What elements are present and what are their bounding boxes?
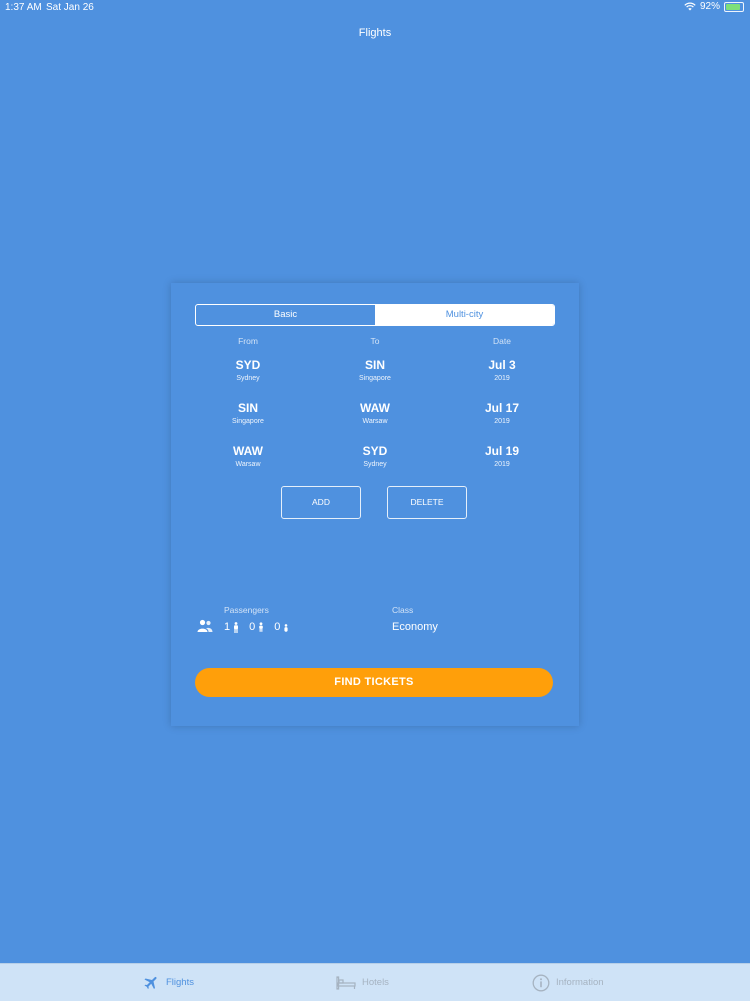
status-date: Sat Jan 26 <box>46 2 94 13</box>
leg-2-to[interactable]: WAW Warsaw <box>315 401 435 425</box>
passengers-label: Passengers <box>224 605 269 615</box>
leg-2-date-year: 2019 <box>494 418 510 425</box>
leg-2-from-code: SIN <box>237 401 258 415</box>
tab-flights[interactable]: Flights <box>143 964 194 1001</box>
leg-1-date-year: 2019 <box>494 375 510 382</box>
delete-leg-button[interactable]: DELETE <box>387 486 467 519</box>
leg-3-to-code: SYD <box>362 444 388 458</box>
column-header-from: From <box>238 336 258 346</box>
leg-2-to-code: WAW <box>360 401 390 415</box>
passenger-counts[interactable]: 1 0 0 <box>224 621 289 633</box>
tab-flights-label: Flights <box>166 977 194 988</box>
info-icon <box>532 974 550 991</box>
segment-basic[interactable]: Basic <box>196 305 375 325</box>
wifi-icon <box>684 2 696 11</box>
leg-3-date-year: 2019 <box>494 461 510 468</box>
leg-3-from-code: WAW <box>233 444 263 458</box>
leg-2-date[interactable]: Jul 17 2019 <box>442 401 562 425</box>
search-card: Basic Multi-city From To Date SYD Sydney… <box>171 283 579 726</box>
leg-3-from[interactable]: WAW Warsaw <box>188 444 308 468</box>
tab-hotels-label: Hotels <box>362 977 389 988</box>
add-leg-button[interactable]: ADD <box>281 486 361 519</box>
column-header-date: Date <box>493 336 511 346</box>
battery-percent: 92% <box>699 1 720 12</box>
status-bar: 1:37 AM Sat Jan 26 92% <box>0 0 750 16</box>
leg-1-from-code: SYD <box>235 358 261 372</box>
page-title: Flights <box>358 27 392 39</box>
leg-3-date-day: Jul 19 <box>484 444 520 458</box>
tab-information[interactable]: Information <box>532 964 604 1001</box>
adult-icon <box>234 621 239 633</box>
leg-1-date[interactable]: Jul 3 2019 <box>442 358 562 382</box>
passengers-icon[interactable] <box>197 619 213 633</box>
bed-icon <box>336 975 356 990</box>
leg-3-to-city: Sydney <box>363 461 387 468</box>
leg-3-date[interactable]: Jul 19 2019 <box>442 444 562 468</box>
airplane-icon <box>144 976 157 990</box>
infant-icon <box>284 623 288 632</box>
segment-multi-city[interactable]: Multi-city <box>375 305 554 325</box>
find-tickets-button[interactable]: FIND TICKETS <box>195 668 553 697</box>
status-time: 1:37 AM <box>5 2 42 13</box>
leg-3-from-city: Warsaw <box>235 461 261 468</box>
leg-1-date-day: Jul 3 <box>488 358 516 372</box>
battery-icon <box>724 1 744 12</box>
infants-count: 0 <box>274 621 281 633</box>
class-value[interactable]: Economy <box>392 621 438 633</box>
adults-count: 1 <box>224 621 231 633</box>
class-label: Class <box>392 605 414 615</box>
children-count: 0 <box>249 621 256 633</box>
trip-type-segmented-control: Basic Multi-city <box>195 304 555 326</box>
leg-2-date-day: Jul 17 <box>484 401 520 415</box>
leg-1-to-code: SIN <box>364 358 385 372</box>
column-header-to: To <box>370 336 380 346</box>
tab-bar: Flights Hotels Information <box>0 963 750 1001</box>
leg-2-from-city: Singapore <box>232 418 264 425</box>
tab-information-label: Information <box>556 977 604 988</box>
leg-1-to-city: Singapore <box>359 375 391 382</box>
status-right: 92% <box>684 1 744 12</box>
leg-2-to-city: Warsaw <box>362 418 388 425</box>
leg-2-from[interactable]: SIN Singapore <box>188 401 308 425</box>
leg-1-to[interactable]: SIN Singapore <box>315 358 435 382</box>
child-icon <box>259 622 264 632</box>
leg-1-from-city: Sydney <box>236 375 260 382</box>
tab-hotels[interactable]: Hotels <box>336 964 389 1001</box>
leg-1-from[interactable]: SYD Sydney <box>188 358 308 382</box>
leg-3-to[interactable]: SYD Sydney <box>315 444 435 468</box>
